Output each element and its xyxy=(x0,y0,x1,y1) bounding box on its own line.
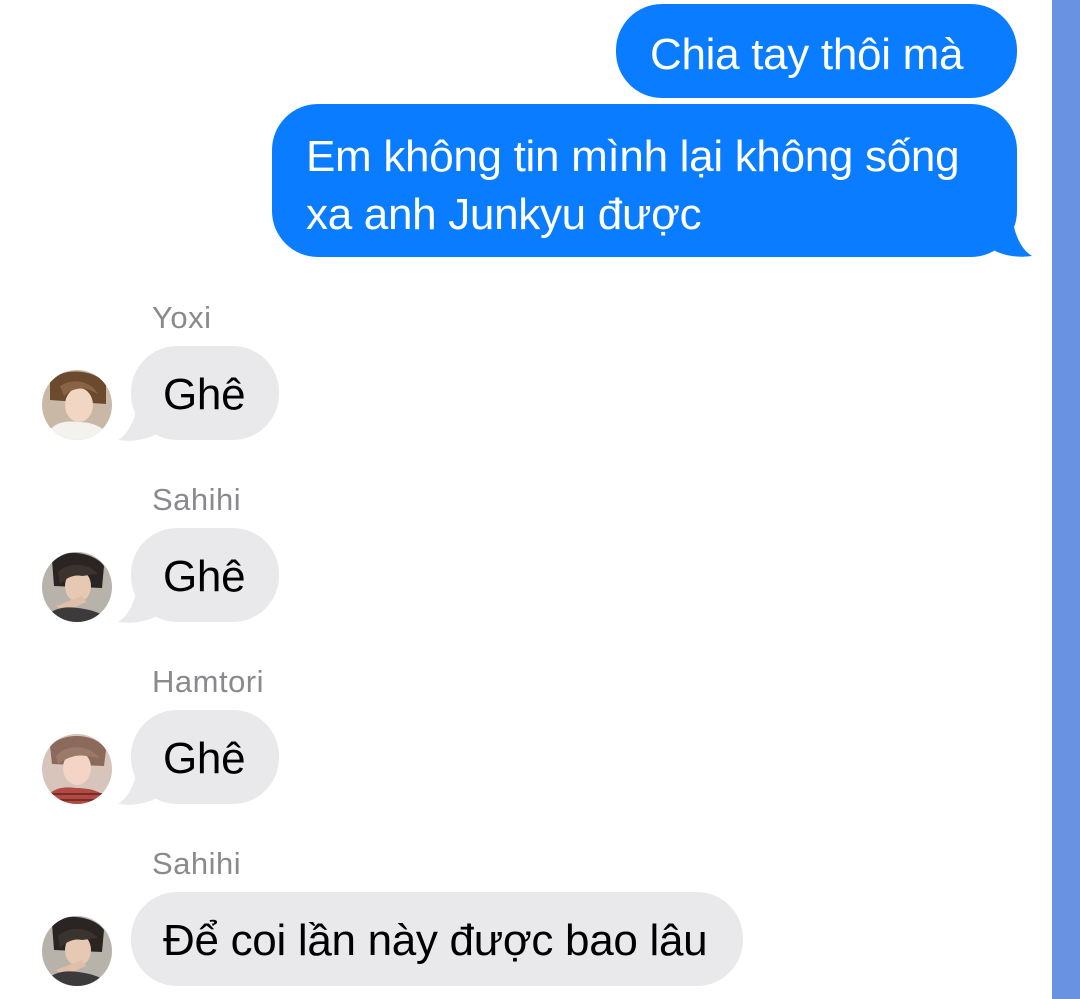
message-text: Chia tay thôi mà xyxy=(650,30,964,79)
sender-name: Sahihi xyxy=(152,482,242,517)
incoming-message-bubble[interactable]: Để coi lần này được bao lâu xyxy=(131,892,743,986)
sender-name: Hamtori xyxy=(152,664,265,699)
incoming-bubble-tail xyxy=(118,398,160,441)
incoming-bubble-tail xyxy=(118,580,160,623)
message-text: Ghê xyxy=(163,552,246,601)
sahihi-avatar[interactable] xyxy=(42,552,112,622)
yoxi-avatar[interactable] xyxy=(42,370,112,440)
side-strip xyxy=(1052,0,1080,999)
hamtori-avatar[interactable] xyxy=(42,734,112,804)
outgoing-bubble-tail xyxy=(990,214,1032,257)
message-text: Em không tin mình lại không sống xa anh … xyxy=(306,132,960,239)
message-text: Ghê xyxy=(163,370,246,419)
chat-thread: Chia tay thôi mà Em không tin mình lại k… xyxy=(0,0,1052,999)
sahihi-avatar[interactable] xyxy=(42,916,112,986)
incoming-bubble-tail xyxy=(118,762,160,805)
outgoing-message-bubble[interactable]: Chia tay thôi mà xyxy=(616,4,1017,98)
sender-name: Sahihi xyxy=(152,846,242,881)
sender-name: Yoxi xyxy=(152,300,212,335)
outgoing-message-bubble[interactable]: Em không tin mình lại không sống xa anh … xyxy=(272,104,1017,257)
message-text: Ghê xyxy=(163,734,246,783)
message-text: Để coi lần này được bao lâu xyxy=(163,916,708,965)
